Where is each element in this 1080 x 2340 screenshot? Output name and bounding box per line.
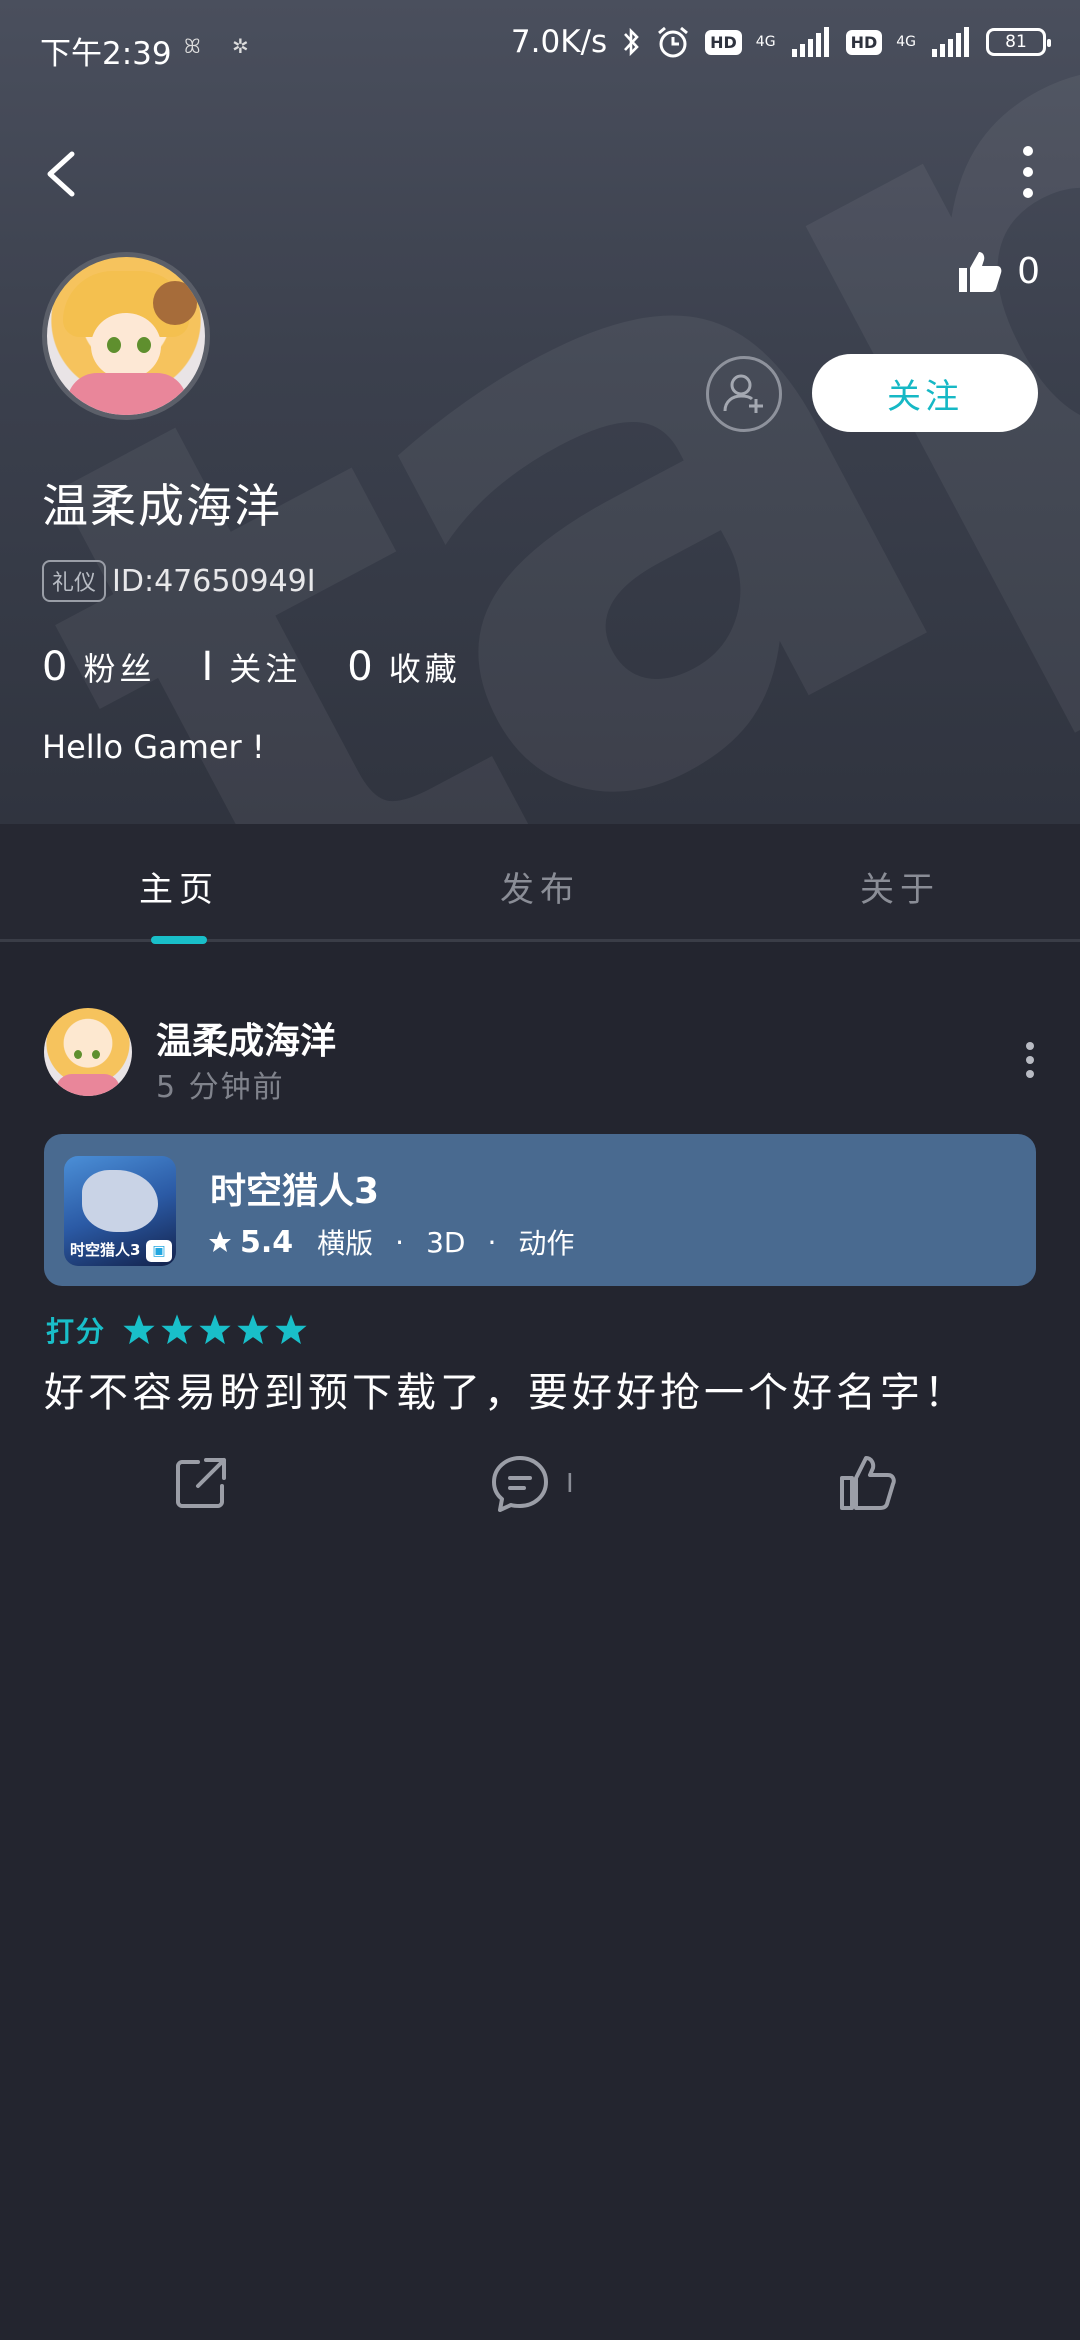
network-type: 4G [755,34,776,50]
favorites-label: 收藏 [388,650,461,688]
comment-button[interactable]: I [490,1454,574,1514]
game-tag: 横版 [317,1227,374,1260]
battery-icon: 81 [986,28,1051,56]
status-time: 下午2:39 [40,36,172,72]
post-time: 5 分钟前 [156,1070,285,1105]
bilibili-icon: ▣ [146,1240,172,1262]
rating-row: 打分 [46,1310,312,1350]
hd-badge-2: HD [845,29,883,55]
game-card[interactable]: 时空猎人3 ▣ 时空猎人3 5.4 横版 · 3D · 动作 [44,1134,1036,1286]
game-tag: 3D [426,1225,466,1259]
share-icon [176,1458,226,1508]
add-friend-icon [723,374,763,413]
post-actions: I [0,1454,1080,1524]
avatar[interactable] [42,252,210,420]
tab-posts[interactable]: 发布 [440,862,640,911]
rating-star-icon [237,1314,269,1345]
profile-id: ID:47650949I [112,563,316,599]
game-title: 时空猎人3 [210,1171,380,1212]
share-button[interactable] [172,1454,230,1512]
game-icon-text: 时空猎人3 [70,1241,141,1259]
signal-icon-2 [932,27,969,57]
like-button[interactable] [838,1454,898,1512]
rating-star-icon [123,1314,155,1345]
game-meta: 5.4 横版 · 3D · 动作 [208,1222,574,1262]
rating-star-icon [161,1314,193,1345]
profile-tabs: 主页 发布 关于 [0,824,1080,942]
profile-id-row: 礼仪 ID:47650949I [42,560,316,602]
profile-like-number: 0 [1017,250,1040,292]
comment-icon [492,1456,548,1512]
tab-home[interactable]: 主页 [79,862,279,911]
followers-stat[interactable]: 0 粉丝 [42,644,155,690]
like-icon [840,1456,896,1510]
following-stat[interactable]: I 关注 [201,644,301,690]
favorites-stat[interactable]: 0 收藏 [347,644,460,690]
comment-count: I [566,1469,574,1499]
rating-star-icon [199,1314,231,1345]
follow-button[interactable]: 关注 [812,354,1038,432]
profile-header: tapTap 下午2:39 ꕤ ✲ 7.0K/s HD 4G HD 4G 81 … [0,0,1080,824]
network-speed: 7.0K/s [510,24,608,60]
notification-icon-2: ✲ [232,34,249,58]
alarm-icon [658,26,689,58]
favorites-count: 0 [347,644,373,690]
status-bar: 下午2:39 ꕤ ✲ 7.0K/s HD 4G HD 4G 81 [0,0,1080,96]
post-author-avatar[interactable] [44,1008,132,1096]
profile-username: 温柔成海洋 [42,479,282,533]
rating-star-icon [275,1314,307,1345]
bluetooth-icon [624,27,639,57]
add-friend-button[interactable] [706,356,782,432]
separator: · [487,1225,497,1259]
status-right: 7.0K/s HD 4G HD 4G 81 [510,24,1051,60]
followers-label: 粉丝 [83,650,156,688]
separator: · [395,1225,405,1259]
profile-like-count[interactable]: 0 [957,248,1040,294]
post-text[interactable]: 好不容易盼到预下载了，要好好抢一个好名字！ [44,1360,968,1418]
profile-stats: 0 粉丝 I 关注 0 收藏 [42,644,507,690]
profile-bio: Hello Gamer ! [42,728,265,766]
game-score: 5.4 [240,1224,294,1260]
game-tag: 动作 [518,1227,575,1260]
following-count: I [201,644,214,690]
game-icon: 时空猎人3 ▣ [64,1156,176,1266]
followers-count: 0 [42,644,68,690]
thumbs-up-icon [959,252,1002,292]
following-label: 关注 [229,650,302,688]
network-type-2: 4G [896,34,916,50]
more-icon[interactable] [1010,146,1046,198]
back-icon[interactable] [40,146,90,202]
etiquette-badge[interactable]: 礼仪 [42,560,107,602]
rating-label: 打分 [46,1315,107,1348]
post-more-icon[interactable] [1024,1042,1036,1078]
star-icon [209,1231,231,1252]
tab-indicator [151,936,207,944]
tab-about[interactable]: 关于 [800,862,1000,911]
notification-icon: ꕤ [184,34,201,58]
hd-badge: HD [705,29,742,55]
signal-icon [791,27,829,57]
post-author-name[interactable]: 温柔成海洋 [156,1012,336,1064]
battery-level: 81 [1005,32,1027,52]
